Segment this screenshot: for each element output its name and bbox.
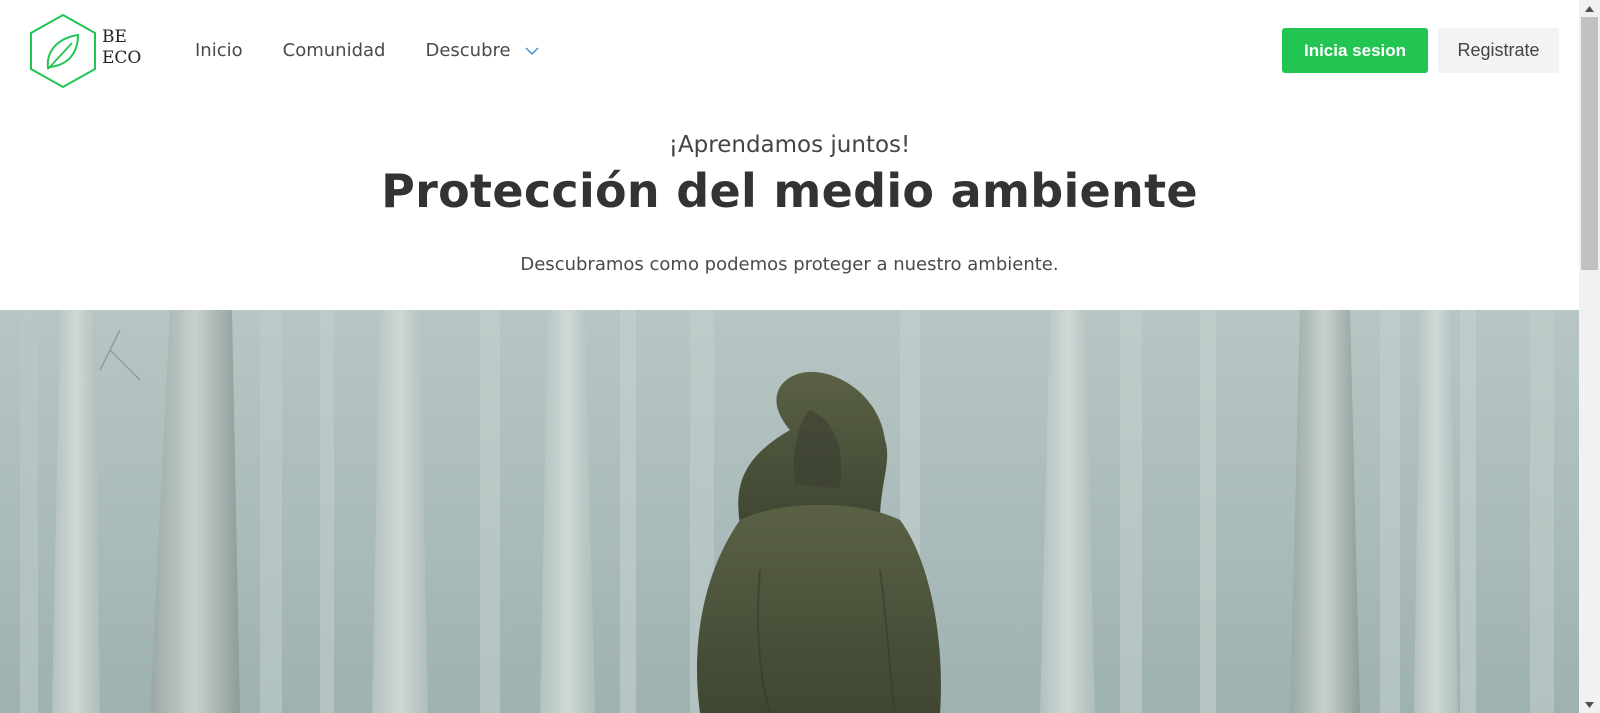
chevron-down-icon <box>525 47 539 56</box>
scroll-thumb[interactable] <box>1581 17 1598 270</box>
nav-item-inicio[interactable]: Inicio <box>195 37 243 65</box>
register-button[interactable]: Registrate <box>1438 28 1559 73</box>
hero-description: Descubramos como podemos proteger a nues… <box>520 254 1059 275</box>
login-button[interactable]: Inicia sesion <box>1282 28 1428 73</box>
hero-title: Protección del medio ambiente <box>381 164 1198 218</box>
nav-item-descubre-label: Descubre <box>425 40 511 61</box>
brand-line-1: BE <box>102 27 127 47</box>
hero-subtitle: ¡Aprendamos juntos! <box>668 132 911 158</box>
main-nav: Inicio Comunidad Descubre <box>195 37 579 65</box>
page-scrollbar[interactable] <box>1579 0 1600 713</box>
leaf-hexagon-icon <box>30 13 96 89</box>
brand-line-2: ECO <box>102 48 142 68</box>
hero-image <box>0 310 1579 713</box>
nav-item-comunidad[interactable]: Comunidad <box>283 37 386 65</box>
navbar: BE ECO Inicio Comunidad Descubre Inicia … <box>0 0 1579 102</box>
page: BE ECO Inicio Comunidad Descubre Inicia … <box>0 0 1579 713</box>
nav-item-descubre[interactable]: Descubre <box>425 37 539 65</box>
brand-logo[interactable]: BE ECO <box>28 13 148 89</box>
arrow-down-icon[interactable] <box>1579 696 1600 713</box>
arrow-up-icon[interactable] <box>1579 0 1600 17</box>
foggy-forest-illustration <box>0 310 1579 713</box>
brand-name: BE ECO <box>102 27 141 69</box>
